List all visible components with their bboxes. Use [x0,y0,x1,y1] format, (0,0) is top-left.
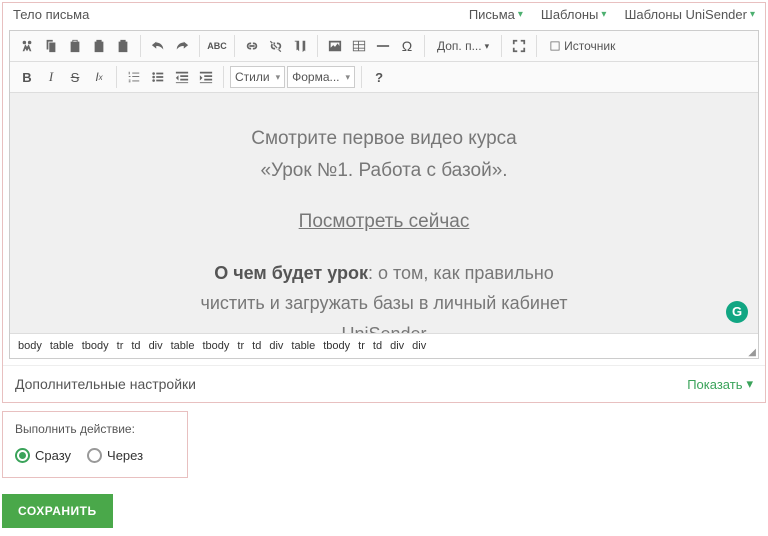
path-item[interactable]: tr [358,340,365,352]
path-item[interactable]: div [149,340,163,352]
source-button[interactable]: Источник [543,35,621,57]
special-char-icon[interactable]: Ω [396,35,418,57]
copy-icon[interactable] [40,35,62,57]
panel-header: Тело письма Письма▾ Шаблоны▾ Шаблоны Uni… [3,3,765,24]
path-item[interactable]: table [171,340,195,352]
paste-word-icon[interactable] [112,35,134,57]
chevron-down-icon: ▾ [601,9,606,20]
bullet-list-icon[interactable] [147,66,169,88]
strike-icon[interactable]: S [64,66,86,88]
hr-icon[interactable] [372,35,394,57]
content-line: UniSender [50,319,718,333]
path-item[interactable]: body [18,340,42,352]
element-path: body table tbody tr td div table tbody t… [10,333,758,358]
undo-icon[interactable] [147,35,169,57]
show-toggle[interactable]: Показать▾ [687,376,753,392]
chevron-down-icon: ▾ [518,9,523,20]
unlink-icon[interactable] [265,35,287,57]
panel-title: Тело письма [13,7,469,22]
path-item[interactable]: tbody [323,340,350,352]
numbered-list-icon[interactable] [123,66,145,88]
path-item[interactable]: tbody [82,340,109,352]
settings-label: Дополнительные настройки [15,376,687,392]
link-icon[interactable] [241,35,263,57]
additional-settings: Дополнительные настройки Показать▾ [3,365,765,402]
image-icon[interactable] [324,35,346,57]
grammarly-icon[interactable]: G [726,301,748,323]
path-item[interactable]: div [390,340,404,352]
content-line: «Урок №1. Работа с базой». [50,155,718,187]
help-icon[interactable]: ? [368,66,390,88]
save-button[interactable]: СОХРАНИТЬ [2,494,113,528]
anchor-icon[interactable] [289,35,311,57]
more-dropdown[interactable]: Доп. п...▾ [431,35,495,57]
radio-delayed[interactable]: Через [87,448,143,463]
maximize-icon[interactable] [508,35,530,57]
tab-letters[interactable]: Письма▾ [469,7,523,22]
bold-icon[interactable]: B [16,66,38,88]
path-item[interactable]: td [373,340,382,352]
indent-icon[interactable] [195,66,217,88]
path-item[interactable]: tbody [202,340,229,352]
table-icon[interactable] [348,35,370,57]
header-tabs: Письма▾ Шаблоны▾ Шаблоны UniSender▾ [469,7,755,22]
path-item[interactable]: tr [117,340,124,352]
path-item[interactable]: td [252,340,261,352]
radio-immediately[interactable]: Сразу [15,448,71,463]
content-link[interactable]: Посмотреть сейчас [299,206,470,238]
content-line: Смотрите первое видео курса [50,123,718,155]
path-item[interactable]: div [412,340,426,352]
email-body-panel: Тело письма Письма▾ Шаблоны▾ Шаблоны Uni… [2,2,766,403]
italic-icon[interactable]: I [40,66,62,88]
format-select[interactable]: Форма...▾ [287,66,355,88]
redo-icon[interactable] [171,35,193,57]
path-item[interactable]: div [269,340,283,352]
action-radios: Сразу Через [15,448,175,463]
path-item[interactable]: tr [237,340,244,352]
spellcheck-icon[interactable]: ABC [206,35,228,57]
toolbar-row-2: B I S Ix Стили▾ Форма...▾ ? [10,62,758,93]
cut-icon[interactable] [16,35,38,57]
path-item[interactable]: td [131,340,140,352]
editor-content[interactable]: Смотрите первое видео курса «Урок №1. Ра… [10,93,758,333]
paste-text-icon[interactable] [88,35,110,57]
rich-text-editor: ABC Ω Доп. п...▾ Источник [9,30,759,359]
content-line: О чем будет урок: о том, как правильно [50,258,718,289]
path-item[interactable]: table [291,340,315,352]
tab-unisender-templates[interactable]: Шаблоны UniSender▾ [624,7,755,22]
content-line: чистить и загружать базы в личный кабине… [50,288,718,319]
execute-action-panel: Выполнить действие: Сразу Через [2,411,188,478]
chevron-down-icon: ▾ [746,376,753,392]
chevron-down-icon: ▾ [750,9,755,20]
remove-format-icon[interactable]: Ix [88,66,110,88]
path-item[interactable]: table [50,340,74,352]
styles-select[interactable]: Стили▾ [230,66,285,88]
toolbar-row-1: ABC Ω Доп. п...▾ Источник [10,31,758,62]
action-question: Выполнить действие: [15,422,175,436]
tab-templates[interactable]: Шаблоны▾ [541,7,607,22]
paste-icon[interactable] [64,35,86,57]
outdent-icon[interactable] [171,66,193,88]
resize-handle-icon[interactable] [744,344,756,356]
